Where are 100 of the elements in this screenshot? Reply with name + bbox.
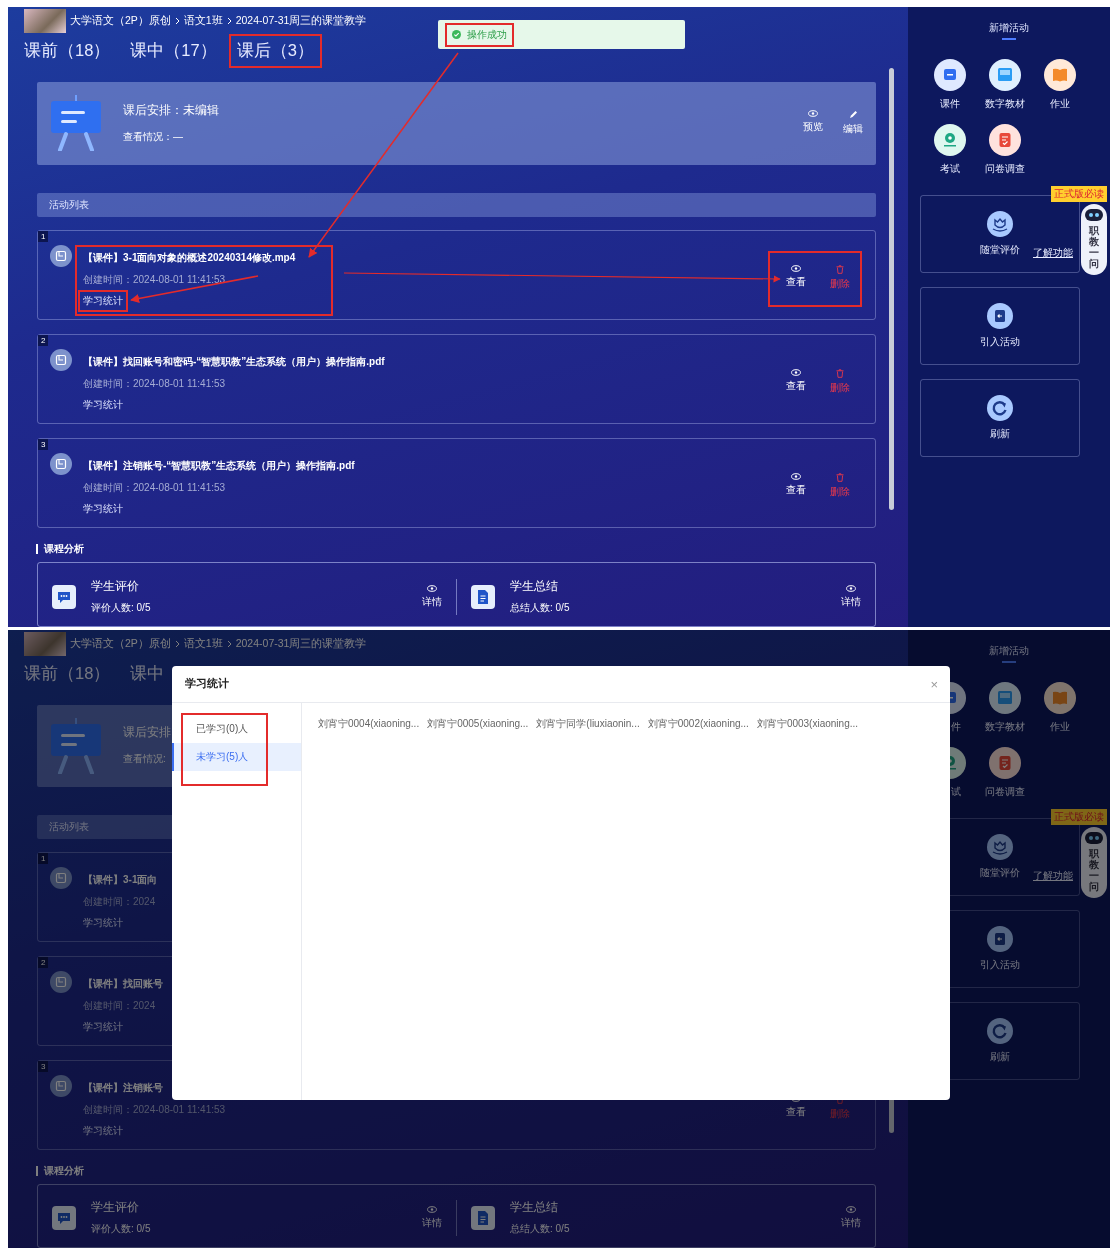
refresh-icon[interactable] [987,395,1013,421]
row-index: 2 [38,956,49,968]
details-button[interactable]: 详情 [841,584,861,609]
analysis-count: 总结人数: 0/5 [510,600,571,615]
student-name: 刘宵宁0003(xiaoning... [756,717,859,731]
study-stats-link[interactable]: 学习统计 [80,500,126,518]
preview-button[interactable]: 预览 [803,110,823,137]
courseware-icon[interactable] [934,59,966,91]
survey-icon[interactable] [989,124,1021,156]
student-name: 刘宵宁同学(liuxiaonin... [536,717,640,731]
details-button[interactable]: 详情 [422,1205,442,1230]
notice-badge: 正式版必读 [1051,809,1107,825]
document-icon [471,584,495,609]
activity-title: 【课件】找回账号和密码-“智慧职教”生态系统（用户）操作指南.pdf [83,355,385,369]
learn-more-link[interactable]: 了解功能 [1033,869,1073,883]
view-button[interactable]: 查看 [786,369,806,395]
study-stats-link[interactable]: 学习统计 [80,913,126,932]
whiteboard-icon [49,717,103,774]
eye-icon [846,584,856,592]
phase-tab[interactable]: 课前（18） [18,36,117,66]
document-icon [50,453,72,475]
assistant-widget[interactable]: 职教一问 [1081,204,1107,275]
delete-button[interactable]: 删除 [830,265,850,291]
student-name: 刘宵宁0005(xiaoning... [427,717,529,731]
phase-tab[interactable]: 课前（18） [18,659,117,689]
arrangement-title: 课后安排：未编辑 [123,102,219,118]
activity-title: 【课件】注销账号-“智慧职教”生态系统（用户）操作指南.pdf [83,459,355,473]
tool-label: 数字教材 [985,97,1025,111]
trash-icon [836,369,844,378]
breadcrumb-link[interactable]: 语文1班 [183,637,223,651]
details-button[interactable]: 详情 [841,1205,861,1230]
activity-title: 【课件】注销账号 [83,1080,163,1095]
flower-icon[interactable] [987,211,1013,237]
eye-icon [791,369,801,376]
row-index: 1 [38,852,49,864]
phase-tab[interactable]: 课后（3） [230,36,320,66]
chevron-right-icon [226,640,232,648]
textbook-icon[interactable] [989,59,1021,91]
delete-button[interactable]: 删除 [830,369,850,395]
tile-label: 引入活动 [980,958,1020,972]
panel-title: 新增活动 [989,21,1029,42]
section-title: 课程分析 [36,1165,876,1176]
close-button[interactable]: × [930,676,938,692]
eye-icon [791,265,801,272]
import-icon[interactable] [987,303,1013,329]
trash-icon [836,265,844,274]
status-tab[interactable]: 未学习(5)人 [172,743,301,771]
details-button[interactable]: 详情 [422,584,442,609]
trash-icon [836,473,844,482]
chevron-right-icon [226,17,232,25]
exam-icon[interactable] [934,124,966,156]
activity-tile[interactable]: 引入活动 [920,287,1080,365]
row-index: 3 [38,439,49,450]
chevron-right-icon [174,640,180,648]
pencil-icon [848,110,858,120]
tile-label: 随堂评价 [980,866,1020,880]
activity-tile[interactable]: 刷新 [920,379,1080,457]
check-circle-icon [452,30,461,39]
edit-button[interactable]: 编辑 [843,110,863,137]
eye-icon [427,584,437,592]
row-index: 2 [38,335,49,346]
created-time: 创建时间：2024-08-01 11:41:53 [83,481,226,495]
row-index: 1 [38,231,49,242]
document-icon [471,1205,495,1230]
analysis-title: 学生总结 [510,1199,559,1215]
activity-title: 【课件】找回账号 [83,976,163,991]
student-name: 刘宵宁0004(xiaoning... [318,717,420,731]
document-icon [50,866,72,889]
document-icon [50,970,72,993]
status-tab[interactable]: 已学习(0)人 [172,715,290,743]
view-button[interactable]: 查看 [786,473,806,499]
breadcrumb-link[interactable]: 2024-07-31周三的课堂教学 [235,14,367,28]
assistant-widget[interactable]: 职教一问 [1081,827,1107,898]
tile-label: 刷新 [990,1050,1010,1064]
scrollbar[interactable] [889,68,894,510]
course-cover-photo [24,632,66,656]
chevron-right-icon [174,17,180,25]
document-icon [50,1074,72,1097]
chat-icon [52,1205,76,1230]
created-time: 创建时间：2024-08-01 11:41:53 [83,377,226,391]
learn-more-link[interactable]: 了解功能 [1033,246,1073,260]
phase-tab[interactable]: 课中（17） [124,36,223,66]
study-stats-link[interactable]: 学习统计 [80,396,126,414]
eye-icon [808,110,818,118]
homework-icon[interactable] [1044,59,1076,91]
breadcrumb-link[interactable]: 语文1班 [183,14,223,28]
analysis-title: 学生评价 [91,1199,140,1215]
view-button[interactable]: 查看 [786,265,806,291]
tool-label: 考试 [940,162,960,176]
breadcrumb-link[interactable]: 大学语文（2P）原创 [70,637,171,651]
study-stats-link[interactable]: 学习统计 [80,1121,126,1140]
study-stats-link[interactable]: 学习统计 [80,292,126,310]
eye-icon [846,1205,856,1213]
student-name: 刘宵宁0002(xiaoning... [647,717,749,731]
delete-button[interactable]: 删除 [830,473,850,499]
study-stats-link[interactable]: 学习统计 [80,1017,126,1036]
assistant-label: 职教一问 [1089,225,1099,269]
analysis-title: 学生总结 [510,578,559,594]
breadcrumb-link[interactable]: 大学语文（2P）原创 [70,14,171,28]
phase-tab[interactable]: 课中 [124,659,171,689]
